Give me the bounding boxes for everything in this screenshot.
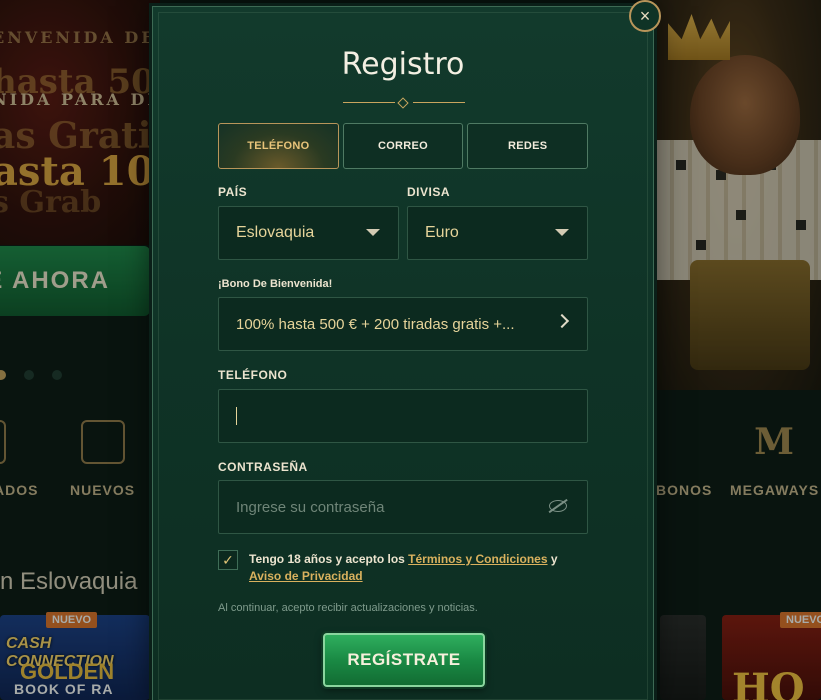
registration-modal: Registro TELÉFONO CORREO REDES PAÍS Eslo…	[152, 6, 654, 700]
tab-social[interactable]: REDES	[467, 123, 589, 169]
tab-phone[interactable]: TELÉFONO	[218, 123, 339, 169]
bonus-value: 100% hasta 500 € + 200 tiradas gratis +.…	[236, 315, 515, 333]
currency-value: Euro	[425, 224, 459, 241]
password-input[interactable]: Ingrese su contraseña	[218, 480, 588, 534]
currency-label: DIVISA	[407, 185, 451, 199]
bonus-selector[interactable]: 100% hasta 500 € + 200 tiradas gratis +.…	[218, 297, 588, 351]
password-placeholder: Ingrese su contraseña	[236, 498, 385, 516]
terms-checkbox[interactable]: ✓	[218, 550, 238, 570]
check-icon: ✓	[222, 551, 234, 568]
eye-slash-icon[interactable]	[549, 500, 567, 512]
terms-middle: y	[547, 552, 558, 566]
phone-input[interactable]	[218, 389, 588, 443]
chevron-down-icon	[555, 229, 569, 236]
phone-label: TELÉFONO	[218, 368, 288, 382]
tab-email[interactable]: CORREO	[342, 123, 464, 169]
currency-select[interactable]: Euro	[407, 206, 588, 260]
terms-link[interactable]: Términos y Condiciones	[408, 552, 547, 566]
country-label: PAÍS	[218, 185, 248, 199]
title-ornament	[343, 97, 465, 109]
marketing-note: Al continuar, acepto recibir actualizaci…	[218, 602, 478, 614]
close-icon: ×	[639, 5, 651, 26]
terms-text: Tengo 18 años y acepto los Términos y Co…	[249, 551, 579, 585]
privacy-link[interactable]: Aviso de Privacidad	[249, 569, 363, 583]
bonus-label: ¡Bono De Bienvenida!	[218, 278, 333, 290]
modal-title: Registro	[341, 47, 465, 82]
registration-method-tabs: TELÉFONO CORREO REDES	[218, 123, 589, 169]
country-select[interactable]: Eslovaquia	[218, 206, 399, 260]
register-button[interactable]: REGÍSTRATE	[323, 633, 485, 687]
text-cursor	[236, 407, 237, 425]
close-button[interactable]: ×	[629, 0, 661, 32]
terms-prefix: Tengo 18 años y acepto los	[249, 552, 409, 566]
chevron-right-icon	[554, 313, 570, 329]
password-label: CONTRASEÑA	[218, 460, 308, 474]
country-value: Eslovaquia	[236, 224, 315, 241]
chevron-down-icon	[366, 229, 380, 236]
